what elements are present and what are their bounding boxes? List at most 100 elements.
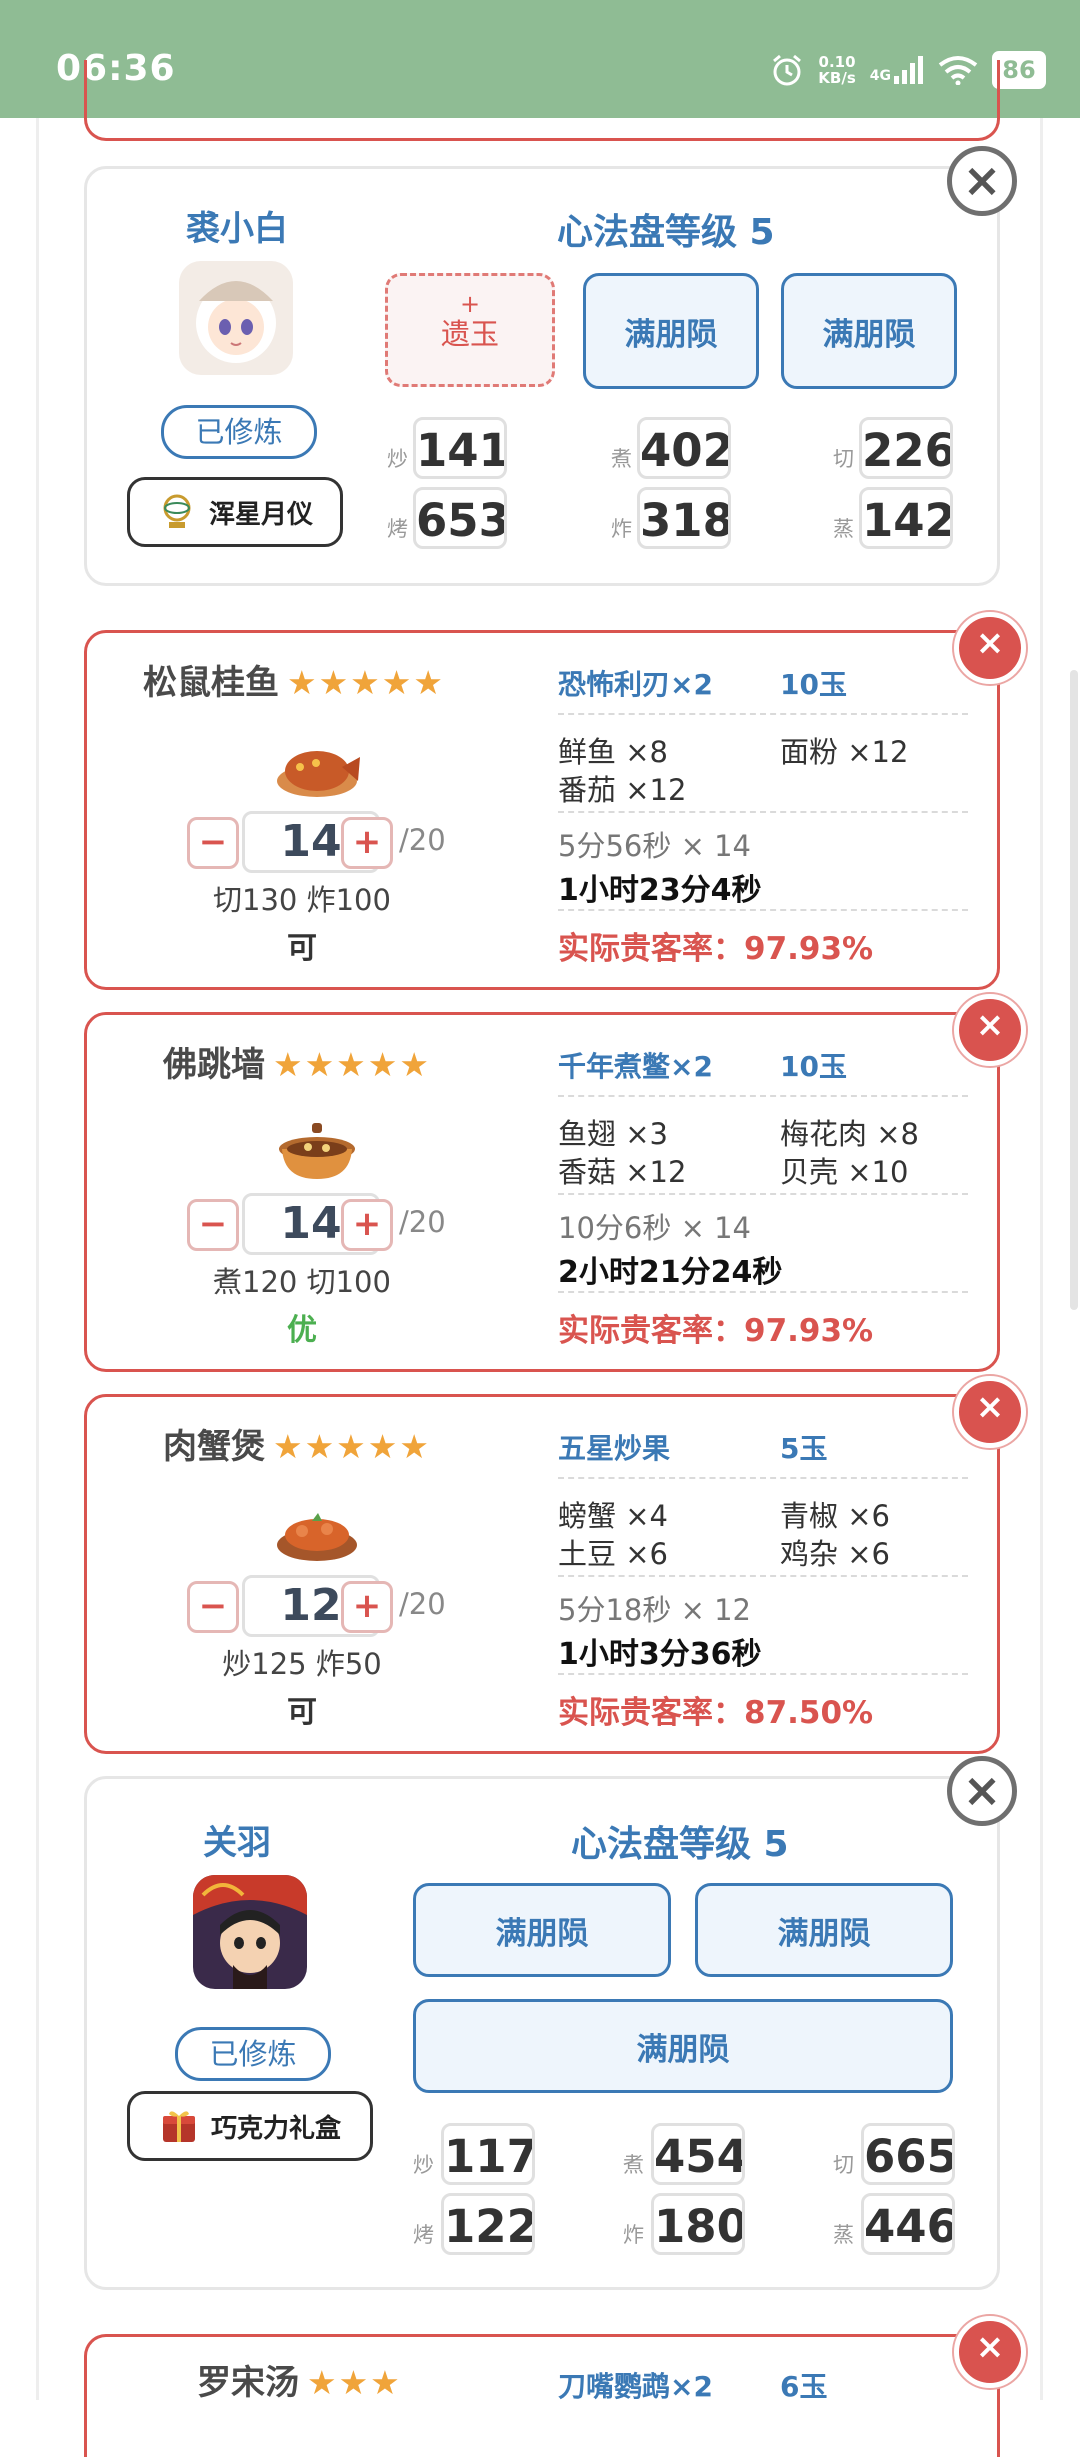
cook-time-each: 5分18秒 × 12: [558, 1593, 751, 1627]
ingredient: 鱼翅 ×3: [558, 1117, 668, 1151]
cook-time-total: 1小时3分36秒: [558, 1637, 762, 1672]
divider: [558, 1193, 968, 1195]
trained-badge[interactable]: 已修炼: [175, 2027, 331, 2081]
divider: [558, 811, 968, 813]
guest-name: 刀嘴鹦鹉×2: [558, 2370, 713, 2403]
ingredient: 螃蟹 ×4: [558, 1499, 668, 1533]
star-rating: ★★★★★: [273, 1427, 431, 1466]
recipe-card: 罗宋汤 ★★★ 刀嘴鹦鹉×2 6玉: [84, 2334, 1000, 2457]
jade-slot-empty[interactable]: + 遗玉: [385, 273, 555, 387]
stat-label: 切: [833, 2153, 854, 2177]
page-edge: [1040, 118, 1043, 2400]
guest-rate: 实际贵客率：97.93%: [558, 1313, 874, 1349]
stat-label: 烤: [387, 517, 408, 541]
cook-time-total: 1小时23分4秒: [558, 873, 762, 908]
stat-label: 煮: [623, 2153, 644, 2177]
chef-card: 裘小白 已修炼 浑星月仪 心法盘等级 5 + 遗玉 满朋陨 满朋陨 炒 141 …: [84, 166, 1000, 586]
guest-name: 恐怖利刃×2: [558, 668, 713, 701]
delete-recipe-button[interactable]: ×: [954, 2316, 1026, 2388]
star-rating: ★★★★★: [287, 663, 445, 702]
buddha-jumps-wall-icon: [279, 1123, 355, 1179]
skill-disc-level: 心法盘等级 5: [557, 212, 775, 253]
cook-time-each: 10分6秒 × 14: [558, 1211, 751, 1245]
cook-time-total: 2小时21分24秒: [558, 1255, 783, 1290]
dish-title: 松鼠桂鱼 ★★★★★: [143, 663, 445, 703]
jade-slot[interactable]: 满朋陨: [781, 273, 957, 389]
jade-reward: 10玉: [780, 668, 847, 701]
gift-button[interactable]: 巧克力礼盒: [127, 2091, 373, 2161]
stat-value: 665: [861, 2123, 955, 2185]
ingredient: 鸡杂 ×6: [780, 1537, 890, 1571]
jade-reward: 6玉: [780, 2370, 828, 2403]
stat-label: 炸: [623, 2223, 644, 2247]
jade-slot[interactable]: 满朋陨: [413, 1883, 671, 1977]
delete-recipe-button[interactable]: ×: [954, 994, 1026, 1066]
jade-slot[interactable]: 满朋陨: [413, 1999, 953, 2093]
stat-label: 烤: [413, 2223, 434, 2247]
delete-recipe-button[interactable]: ×: [954, 612, 1026, 684]
ingredient: 梅花肉 ×8: [780, 1117, 919, 1151]
gift-button[interactable]: 浑星月仪: [127, 477, 343, 547]
stat-label: 炒: [387, 447, 408, 471]
dish-title: 佛跳墙 ★★★★★: [163, 1045, 431, 1085]
dish-title: 罗宋汤 ★★★: [197, 2363, 402, 2403]
stat-label: 煮: [611, 447, 632, 471]
divider: [558, 1477, 968, 1479]
stat-value: 402: [637, 417, 731, 479]
ingredient: 青椒 ×6: [780, 1499, 890, 1533]
increase-quantity-button[interactable]: +: [341, 1199, 393, 1251]
remove-chef-button[interactable]: ×: [947, 146, 1017, 216]
stat-value: 180: [651, 2193, 745, 2255]
increase-quantity-button[interactable]: +: [341, 817, 393, 869]
cook-rating: 优: [287, 1313, 317, 1348]
chef-avatar[interactable]: [193, 1875, 307, 1989]
chocolate-box-icon: [162, 2111, 195, 2142]
trained-badge[interactable]: 已修炼: [161, 405, 317, 459]
armillary-icon: [163, 494, 191, 528]
guest-name: 五星炒果: [558, 1432, 671, 1465]
chef-card: 关羽 已修炼 巧克力礼盒 心法盘等级 5 满朋陨 满朋陨 满朋陨 炒 117 煮…: [84, 1776, 1000, 2290]
battery-icon: 86: [992, 51, 1046, 89]
stat-value: 446: [861, 2193, 955, 2255]
crab-pot-icon: [277, 1513, 357, 1561]
stat-value: 226: [859, 417, 953, 479]
remove-chef-button[interactable]: ×: [947, 1756, 1017, 1826]
stat-value: 141: [413, 417, 507, 479]
divider: [558, 1575, 968, 1577]
ingredient: 土豆 ×6: [558, 1537, 668, 1571]
jade-reward: 5玉: [780, 1432, 828, 1465]
recipe-card: 肉蟹煲 ★★★★★ − 12 + /20 炒125 炸50 可 五星炒果 5玉 螃…: [84, 1394, 1000, 1754]
skill-disc-level: 心法盘等级 5: [571, 1824, 789, 1865]
decrease-quantity-button[interactable]: −: [187, 817, 239, 869]
increase-quantity-button[interactable]: +: [341, 1581, 393, 1633]
scrollbar[interactable]: [1070, 670, 1078, 1310]
quantity-max: /20: [399, 823, 446, 857]
decrease-quantity-button[interactable]: −: [187, 1199, 239, 1251]
decrease-quantity-button[interactable]: −: [187, 1581, 239, 1633]
quantity-max: /20: [399, 1587, 446, 1621]
jade-slot[interactable]: 满朋陨: [583, 273, 759, 389]
recipe-card: 松鼠桂鱼 ★★★★★ − 14 + /20 切130 炸100 可 恐怖利刃×2 …: [84, 630, 1000, 990]
ingredient: 贝壳 ×10: [780, 1155, 909, 1189]
skill-requirement: 炒125 炸50: [222, 1647, 382, 1681]
jade-slot[interactable]: 满朋陨: [695, 1883, 953, 1977]
cook-time-each: 5分56秒 × 14: [558, 829, 751, 863]
guest-name: 千年煮鳖×2: [558, 1050, 713, 1083]
dish-title: 肉蟹煲 ★★★★★: [163, 1427, 431, 1467]
chef-name: 裘小白: [186, 209, 288, 249]
guest-rate: 实际贵客率：97.93%: [558, 931, 874, 967]
stat-value: 454: [651, 2123, 745, 2185]
stat-label: 炸: [611, 517, 632, 541]
stat-label: 蒸: [833, 517, 854, 541]
page-edge: [36, 118, 39, 2400]
ingredient: 面粉 ×12: [780, 735, 909, 769]
delete-recipe-button[interactable]: ×: [954, 1376, 1026, 1448]
ingredient: 番茄 ×12: [558, 773, 687, 807]
cook-rating: 可: [287, 1695, 317, 1730]
stat-value: 117: [441, 2123, 535, 2185]
chef-name: 关羽: [203, 1823, 271, 1863]
jade-reward: 10玉: [780, 1050, 847, 1083]
ingredient: 鲜鱼 ×8: [558, 735, 668, 769]
chef-avatar[interactable]: [179, 261, 293, 375]
ingredient: 香菇 ×12: [558, 1155, 687, 1189]
